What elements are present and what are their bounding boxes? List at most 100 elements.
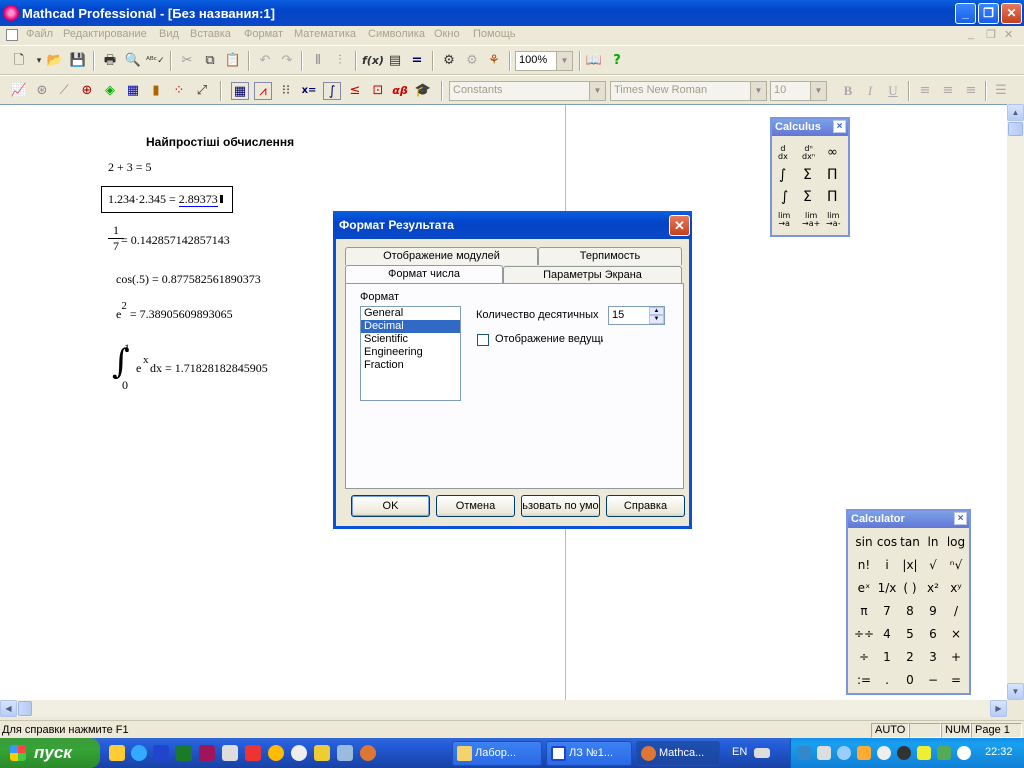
format-option[interactable]: Fraction (361, 359, 460, 372)
menu-window[interactable]: Окно (434, 28, 460, 40)
open-icon[interactable]: 📂 (46, 52, 64, 70)
horizontal-scrollbar[interactable]: ◀ ▶ (0, 700, 1007, 717)
redo-icon[interactable]: ↷ (278, 52, 296, 70)
keyboard-icon[interactable] (754, 748, 770, 758)
range-product-icon[interactable]: Π (827, 189, 838, 205)
calc-key-factorial[interactable]: n! (853, 558, 875, 572)
menu-math[interactable]: Математика (294, 28, 356, 40)
mathcad-app-icon[interactable] (3, 5, 19, 21)
leading-zeros-checkbox[interactable] (477, 334, 489, 346)
scroll-up-icon[interactable]: ▲ (1007, 104, 1024, 121)
cancel-button[interactable]: Отмена (436, 495, 515, 517)
calc-key-imaginary[interactable]: i (876, 558, 898, 572)
quicklaunch-excel-icon[interactable] (176, 745, 192, 761)
quicklaunch-tool-icon[interactable] (314, 745, 330, 761)
italic-button[interactable]: I (861, 82, 879, 100)
quicklaunch-media-icon[interactable] (245, 745, 261, 761)
decimals-value[interactable]: 15 (612, 309, 624, 321)
chevron-down-icon[interactable]: ▼ (589, 82, 605, 100)
mdi-min-icon[interactable]: _ (968, 28, 974, 40)
calc-key-digit-1[interactable]: 1 (876, 650, 898, 664)
calc-key-multiply[interactable]: × (945, 627, 967, 641)
tab-display-modules[interactable]: Отображение модулей (345, 247, 538, 265)
spin-down-icon[interactable]: ▼ (649, 315, 664, 324)
calc-key-sin[interactable]: sin (853, 535, 875, 549)
insert-component-icon[interactable]: ⚙ (440, 52, 458, 70)
tray-globe-icon[interactable] (837, 746, 851, 760)
help-button[interactable]: Справка (606, 495, 685, 517)
calc-key-digit-9[interactable]: 9 (922, 604, 944, 618)
calc-key-reciprocal[interactable]: 1/x (876, 581, 898, 595)
definite-integral-icon[interactable]: ∫ (779, 167, 786, 183)
run-script-icon[interactable]: ⚙ (463, 52, 481, 70)
calc-key-mixed-number[interactable]: ÷÷ (853, 627, 875, 641)
fraction-result[interactable]: = 0.142857142857143 (121, 233, 230, 248)
polar-plot-icon[interactable]: ⊛ (33, 82, 51, 100)
calc-key-divide[interactable]: / (945, 604, 967, 618)
spell-check-icon[interactable]: ᴬᴮᶜ✓ (146, 52, 165, 70)
calc-key-digit-7[interactable]: 7 (876, 604, 898, 618)
indefinite-integral-icon[interactable]: ∫ (781, 189, 788, 205)
tray-sound-icon[interactable] (857, 746, 871, 760)
bullets-icon[interactable]: ☰ (992, 82, 1010, 100)
menu-format[interactable]: Формат (244, 28, 283, 40)
equation-integral[interactable]: ∫ 1 0 e x dx = 1.71828182845905 (112, 341, 312, 393)
calc-key-square[interactable]: x² (922, 581, 944, 595)
dialog-close-button[interactable]: ✕ (669, 215, 690, 236)
surface-plot-icon[interactable]: ⟋ (55, 82, 73, 100)
calc-key-ln[interactable]: ln (922, 535, 944, 549)
vector-field-icon[interactable]: ▦ (124, 82, 142, 100)
bar-chart-icon[interactable]: ▮ (147, 82, 165, 100)
left-limit-icon[interactable]: lim →a- (826, 212, 841, 228)
minimize-button[interactable]: _ (955, 3, 976, 24)
font-select[interactable]: Times New Roman ▼ (610, 81, 767, 101)
calc-key-digit-6[interactable]: 6 (922, 627, 944, 641)
close-icon[interactable]: × (954, 512, 967, 525)
boolean-icon[interactable]: ≤ (346, 82, 364, 100)
menu-symbolics[interactable]: Символика (368, 28, 425, 40)
scroll-left-icon[interactable]: ◀ (0, 700, 17, 717)
calc-key-digit-3[interactable]: 3 (922, 650, 944, 664)
menu-help[interactable]: Помощь (473, 28, 516, 40)
equation-product-selected[interactable]: 1.234·2.345 = 2.89373 (101, 186, 233, 213)
nth-derivative-icon[interactable]: dⁿ dxⁿ (802, 145, 815, 161)
tray-network-icon[interactable] (797, 746, 811, 760)
vertical-scrollbar[interactable]: ▲ ▼ (1007, 104, 1024, 700)
format-listbox[interactable]: General Decimal Scientific Engineering F… (360, 306, 461, 401)
worksheet-heading[interactable]: Найпростіші обчислення (146, 135, 294, 149)
calculator-palette-header[interactable]: Calculator × (848, 511, 969, 528)
resource-tree-icon[interactable]: ⚘ (485, 52, 503, 70)
help-icon[interactable]: ? (608, 52, 626, 70)
calc-key-tan[interactable]: tan (899, 535, 921, 549)
spin-up-icon[interactable]: ▲ (649, 307, 664, 315)
menu-insert[interactable]: Вставка (190, 28, 231, 40)
equation-exp[interactable]: e2 = 7.38905609893065 (116, 300, 233, 322)
plot-wizard-icon[interactable]: ⤢ (193, 82, 211, 100)
calculate-icon[interactable]: = (408, 52, 426, 70)
bold-button[interactable]: B (839, 82, 857, 100)
quicklaunch-access-icon[interactable] (199, 745, 215, 761)
underline-button[interactable]: U (884, 82, 902, 100)
ok-button[interactable]: OK (351, 495, 430, 517)
calc-key-digit-0[interactable]: 0 (899, 673, 921, 687)
dialog-title-bar[interactable]: Формат Результата ✕ (333, 211, 692, 239)
programming-icon[interactable]: ⊡ (369, 82, 387, 100)
quicklaunch-player-icon[interactable] (268, 745, 284, 761)
zoom-select[interactable]: 100% ▼ (515, 51, 573, 71)
greek-icon[interactable]: αβ (391, 82, 409, 100)
quicklaunch-cd-icon[interactable] (291, 745, 307, 761)
new-icon[interactable]: 🗋 (10, 52, 28, 70)
align-across-icon[interactable]: ⫴ (309, 52, 327, 70)
calc-key-power[interactable]: xʸ (945, 581, 967, 595)
tray-clock-icon[interactable] (877, 746, 891, 760)
equation-sum[interactable]: 2 + 3 = 5 (108, 160, 152, 175)
start-button[interactable]: пуск (0, 738, 100, 768)
undo-icon[interactable]: ↶ (256, 52, 274, 70)
calc-key-nth-root[interactable]: ⁿ√ (945, 558, 967, 572)
derivative-icon[interactable]: d dx (778, 145, 788, 161)
mdi-restore-icon[interactable]: ❐ (986, 28, 996, 41)
calc-key-minus[interactable]: − (922, 673, 944, 687)
3d-plot-icon[interactable]: ◈ (101, 82, 119, 100)
horizontal-scroll-thumb[interactable] (18, 701, 32, 716)
style-select[interactable]: Constants ▼ (449, 81, 606, 101)
